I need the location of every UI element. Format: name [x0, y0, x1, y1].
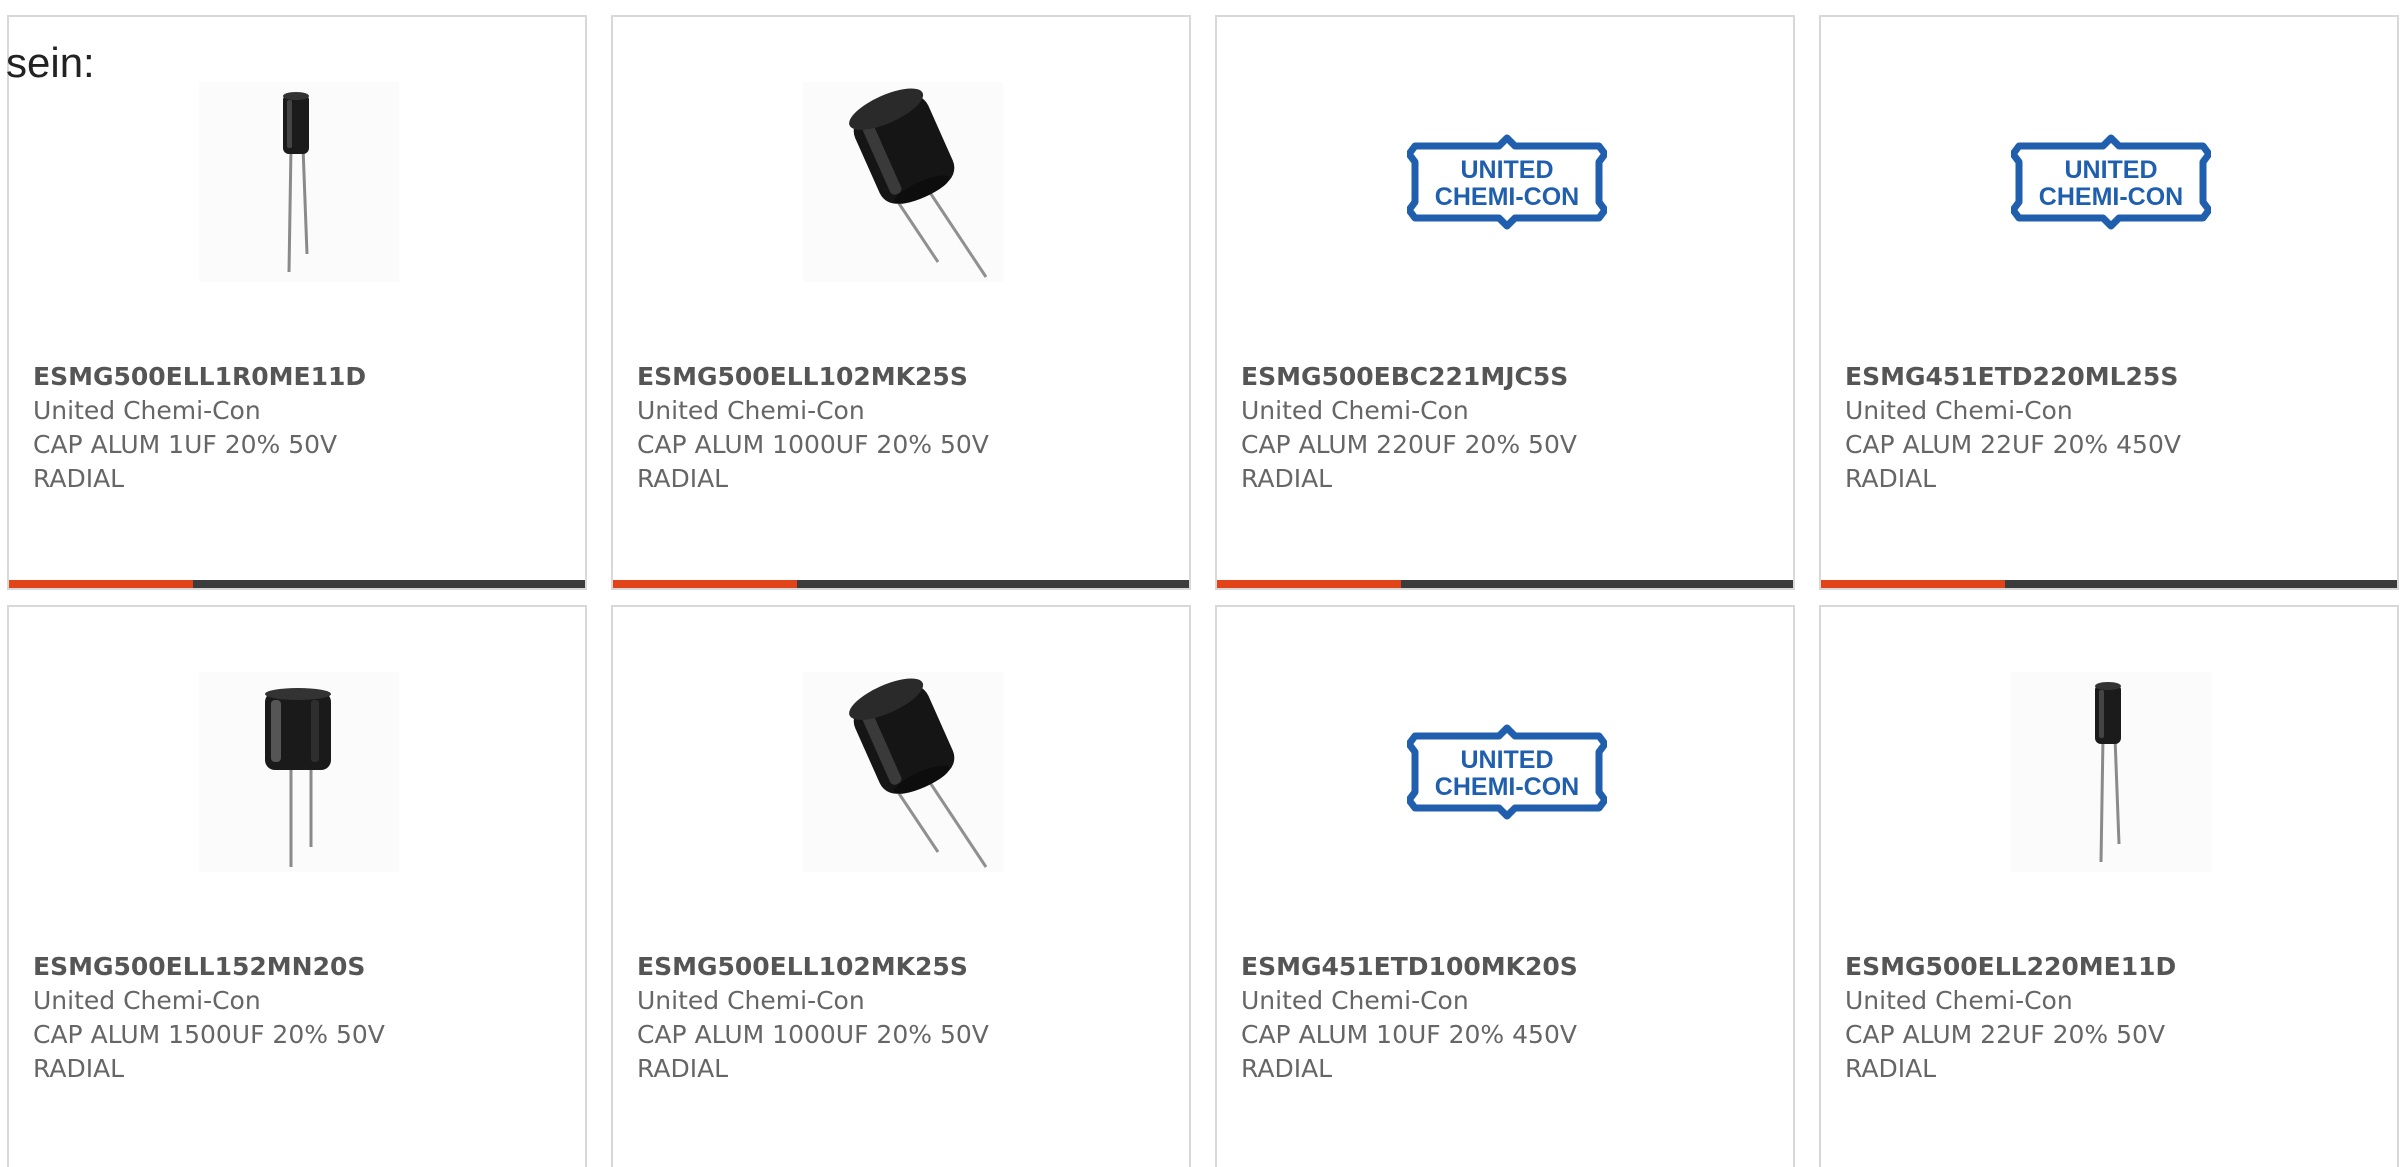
- svg-text:CHEMI-CON: CHEMI-CON: [2039, 183, 2183, 211]
- part-number[interactable]: ESMG500ELL1R0ME11D: [33, 360, 425, 394]
- product-card[interactable]: ESMG500ELL102MK25S United Chemi-Con CAP …: [611, 605, 1191, 1167]
- united-chemi-con-logo: UNITEDCHEMI-CON: [1407, 724, 1607, 820]
- product-image: [803, 672, 1003, 872]
- product-card[interactable]: UNITED CHEMI-CON ESMG451ETD220ML25S Unite…: [1819, 15, 2399, 590]
- product-description: CAP ALUM 1500UF 20% 50V RADIAL: [33, 1020, 385, 1083]
- united-chemi-con-logo: UNITEDCHEMI-CON: [1407, 134, 1607, 230]
- product-description: CAP ALUM 22UF 20% 450V RADIAL: [1845, 430, 2181, 493]
- product-info: ESMG451ETD220ML25S United Chemi-Con CAP …: [1845, 360, 2237, 496]
- part-number[interactable]: ESMG500ELL152MN20S: [33, 950, 425, 984]
- product-image: UNITED CHEMI-CON: [1407, 82, 1607, 282]
- part-number[interactable]: ESMG451ETD220ML25S: [1845, 360, 2237, 394]
- svg-text:CHEMI-CON: CHEMI-CON: [1435, 773, 1579, 801]
- card-accent-bar: [9, 580, 585, 588]
- product-card[interactable]: UNITED CHEMI-CON ESMG451ETD100MK20S Unite…: [1215, 605, 1795, 1167]
- product-description: CAP ALUM 1000UF 20% 50V RADIAL: [637, 430, 989, 493]
- product-image: [199, 672, 399, 872]
- svg-text:UNITED: UNITED: [2064, 156, 2157, 184]
- product-info: ESMG500ELL1R0ME11D United Chemi-Con CAP …: [33, 360, 425, 496]
- product-info: ESMG500ELL102MK25S United Chemi-Con CAP …: [637, 950, 1029, 1086]
- card-accent-bar-fill: [613, 580, 798, 588]
- manufacturer-name: United Chemi-Con: [33, 986, 261, 1015]
- part-number[interactable]: ESMG451ETD100MK20S: [1241, 950, 1633, 984]
- intro-text: sein:: [6, 39, 95, 86]
- capacitor-small-icon: [283, 92, 309, 273]
- part-number[interactable]: ESMG500ELL220ME11D: [1845, 950, 2237, 984]
- product-card[interactable]: UNITED CHEMI-CON ESMG500EBC221MJC5S Unite…: [1215, 15, 1795, 590]
- product-card[interactable]: ESMG500ELL102MK25S United Chemi-Con CAP …: [611, 15, 1191, 590]
- united-chemi-con-logo: UNITEDCHEMI-CON: [2011, 134, 2211, 230]
- svg-text:UNITED: UNITED: [1460, 156, 1553, 184]
- product-image: UNITED CHEMI-CON: [1407, 672, 1607, 872]
- manufacturer-name: United Chemi-Con: [1241, 986, 1469, 1015]
- product-description: CAP ALUM 220UF 20% 50V RADIAL: [1241, 430, 1577, 493]
- capacitor-tilted-icon: [849, 678, 988, 868]
- product-description: CAP ALUM 10UF 20% 450V RADIAL: [1241, 1020, 1577, 1083]
- svg-text:CHEMI-CON: CHEMI-CON: [1435, 183, 1579, 211]
- page: sein: ESMG500ELL1R0ME11D United Chemi-Co…: [0, 0, 2400, 1167]
- capacitor-wide-icon: [265, 688, 331, 867]
- manufacturer-name: United Chemi-Con: [637, 396, 865, 425]
- card-accent-bar-fill: [1217, 580, 1402, 588]
- part-number[interactable]: ESMG500EBC221MJC5S: [1241, 360, 1633, 394]
- product-description: CAP ALUM 1UF 20% 50V RADIAL: [33, 430, 338, 493]
- capacitor-small-icon: [2095, 682, 2121, 863]
- manufacturer-name: United Chemi-Con: [1845, 396, 2073, 425]
- product-grid: ESMG500ELL1R0ME11D United Chemi-Con CAP …: [7, 15, 2399, 1167]
- product-info: ESMG500ELL220ME11D United Chemi-Con CAP …: [1845, 950, 2237, 1086]
- card-accent-bar: [1217, 580, 1793, 588]
- product-image: [199, 82, 399, 282]
- product-image: UNITED CHEMI-CON: [2011, 82, 2211, 282]
- manufacturer-name: United Chemi-Con: [637, 986, 865, 1015]
- product-description: CAP ALUM 1000UF 20% 50V RADIAL: [637, 1020, 989, 1083]
- product-card[interactable]: ESMG500ELL152MN20S United Chemi-Con CAP …: [7, 605, 587, 1167]
- product-description: CAP ALUM 22UF 20% 50V RADIAL: [1845, 1020, 2166, 1083]
- card-accent-bar-fill: [1821, 580, 2006, 588]
- part-number[interactable]: ESMG500ELL102MK25S: [637, 950, 1029, 984]
- product-info: ESMG500ELL102MK25S United Chemi-Con CAP …: [637, 360, 1029, 496]
- card-accent-bar: [1821, 580, 2397, 588]
- svg-text:UNITED: UNITED: [1460, 746, 1553, 774]
- product-info: ESMG500ELL152MN20S United Chemi-Con CAP …: [33, 950, 425, 1086]
- product-card[interactable]: ESMG500ELL1R0ME11D United Chemi-Con CAP …: [7, 15, 587, 590]
- product-card[interactable]: ESMG500ELL220ME11D United Chemi-Con CAP …: [1819, 605, 2399, 1167]
- manufacturer-name: United Chemi-Con: [1845, 986, 2073, 1015]
- product-info: ESMG451ETD100MK20S United Chemi-Con CAP …: [1241, 950, 1633, 1086]
- capacitor-tilted-icon: [849, 88, 988, 278]
- card-accent-bar-fill: [9, 580, 194, 588]
- part-number[interactable]: ESMG500ELL102MK25S: [637, 360, 1029, 394]
- card-accent-bar: [613, 580, 1189, 588]
- manufacturer-name: United Chemi-Con: [1241, 396, 1469, 425]
- product-info: ESMG500EBC221MJC5S United Chemi-Con CAP …: [1241, 360, 1633, 496]
- product-image: [803, 82, 1003, 282]
- manufacturer-name: United Chemi-Con: [33, 396, 261, 425]
- product-image: [2011, 672, 2211, 872]
